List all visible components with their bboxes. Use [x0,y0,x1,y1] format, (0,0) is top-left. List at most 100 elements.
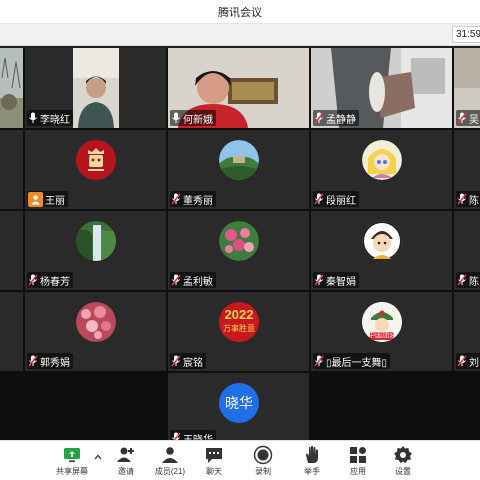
invite-button[interactable]: 邀请 [104,441,148,480]
video-tile[interactable]: 陈 [454,130,480,209]
window-title: 腾讯会议 [218,6,262,19]
participant-name: 李晓红 [40,114,70,126]
participant-name: 段丽红 [326,195,356,207]
video-tile[interactable]: 郭秀娟 [25,292,166,371]
video-tile[interactable] [0,211,23,290]
record-button[interactable]: 录制 [241,441,285,480]
participant-label: 孟静静 [313,110,359,126]
participant-label: 王晓华 [170,430,216,440]
raise-hand-button[interactable]: 举手 [290,441,334,480]
participant-name: 陈 [469,195,479,207]
participant-name: 杨春芳 [40,276,70,288]
chat-button[interactable]: 聊天 [192,441,236,480]
video-tile[interactable] [0,130,23,209]
title-bar: 腾讯会议 [0,0,480,24]
video-tile[interactable]: 李晓红 [25,48,166,128]
video-tile[interactable]: 秦智娟 [311,211,452,290]
video-tile[interactable]: 孟静静 [311,48,452,128]
participant-label: 刘 [456,353,480,369]
video-tile[interactable]: 段丽红 [311,130,452,209]
settings-button[interactable]: 设置 [381,441,425,480]
video-tile[interactable] [0,48,23,128]
bottom-toolbar: 共享屏幕 邀请 成员(21) 聊天 录制 举手 应用 设置 [0,440,480,480]
video-tile[interactable]: 王丽 [25,130,166,209]
video-tile[interactable]: 陈 [454,211,480,290]
outdoor-video [0,48,23,128]
mic-muted-icon [314,112,324,124]
mic-muted-icon [314,193,324,205]
avatar: 中国加油 [362,302,402,342]
members-button[interactable]: 成员(21) [148,441,192,480]
participant-label: 董秀丽 [170,191,216,207]
mic-muted-icon [457,193,467,205]
video-tile[interactable]: 杨春芳 [25,211,166,290]
participant-label: 孟利敏 [170,272,216,288]
invite-label: 邀请 [118,467,134,476]
avatar [76,140,116,180]
avatar-china-text: 中国加油 [368,332,396,339]
share-screen-button[interactable]: 共享屏幕 [50,441,94,480]
avatar [219,140,259,180]
video-tile[interactable]: 吴 [454,48,480,128]
meeting-window: 腾讯会议 31:59 李晓红 何新娥 孟静静 吴 王丽 董秀丽 段丽红 陈 杨春… [0,0,480,480]
share-screen-icon [64,448,80,462]
participant-name: 王丽 [45,195,65,207]
participant-label: 宸铭 [170,353,206,369]
video-grid: 李晓红 何新娥 孟静静 吴 王丽 董秀丽 段丽红 陈 杨春芳 孟利敏 秦智娟 陈… [0,48,480,440]
participant-label: 郭秀娟 [27,353,73,369]
chevron-up-icon[interactable] [93,452,103,462]
mic-on-icon [29,112,37,123]
participant-label: 杨春芳 [27,272,73,288]
record-icon [253,445,273,465]
apps-icon [350,447,366,463]
participant-label: 陈 [456,191,480,207]
video-tile[interactable] [0,292,23,371]
chat-icon [206,448,222,463]
avatar [362,221,402,261]
participant-name: ▯最后一支舞▯ [326,357,388,369]
video-tile[interactable]: 2022 万事胜意 宸铭 [168,292,309,371]
top-info-bar: 31:59 [0,24,480,46]
participant-name: 吴 [469,114,479,126]
apps-label: 应用 [350,467,366,476]
record-label: 录制 [255,467,271,476]
avatar [76,302,116,342]
participant-name: 孟利敏 [183,276,213,288]
video-tile[interactable]: 中国加油 ▯最后一支舞▯ [311,292,452,371]
members-icon [162,447,178,463]
members-label: 成员(21) [154,467,186,476]
participant-label: 秦智娟 [313,272,359,288]
apps-button[interactable]: 应用 [336,441,380,480]
avatar: 2022 万事胜意 [219,302,259,342]
participant-label: 王丽 [27,191,68,207]
mic-muted-icon [457,274,467,286]
hand-icon [306,446,318,463]
mic-muted-icon [171,274,181,286]
avatar-year-text: 2022 [224,307,254,322]
avatar: 晓华 [219,383,259,423]
video-tile-active-speaker[interactable]: 何新娥 [168,48,309,128]
participant-name: 郭秀娟 [40,357,70,369]
participant-name: 宸铭 [183,357,203,369]
mic-muted-icon [28,355,38,367]
avatar-initials: 晓华 [225,395,253,411]
video-tile[interactable]: 晓华 王晓华 [168,373,309,440]
participant-label: 吴 [456,110,480,126]
mic-muted-icon [314,355,324,367]
chat-label: 聊天 [206,467,222,476]
participant-label: ▯最后一支舞▯ [313,353,391,369]
mic-muted-icon [457,355,467,367]
video-tile[interactable]: 刘 [454,292,480,371]
add-user-icon [117,447,134,462]
raise-hand-label: 举手 [304,467,320,476]
participant-name: 秦智娟 [326,276,356,288]
video-tile[interactable]: 孟利敏 [168,211,309,290]
video-tile[interactable]: 董秀丽 [168,130,309,209]
mic-muted-icon [314,274,324,286]
participant-name: 刘 [469,357,479,369]
avatar [362,140,402,180]
participant-name: 王晓华 [183,434,213,441]
participant-label: 段丽红 [313,191,359,207]
share-screen-label: 共享屏幕 [56,467,88,476]
participant-name: 孟静静 [326,114,356,126]
